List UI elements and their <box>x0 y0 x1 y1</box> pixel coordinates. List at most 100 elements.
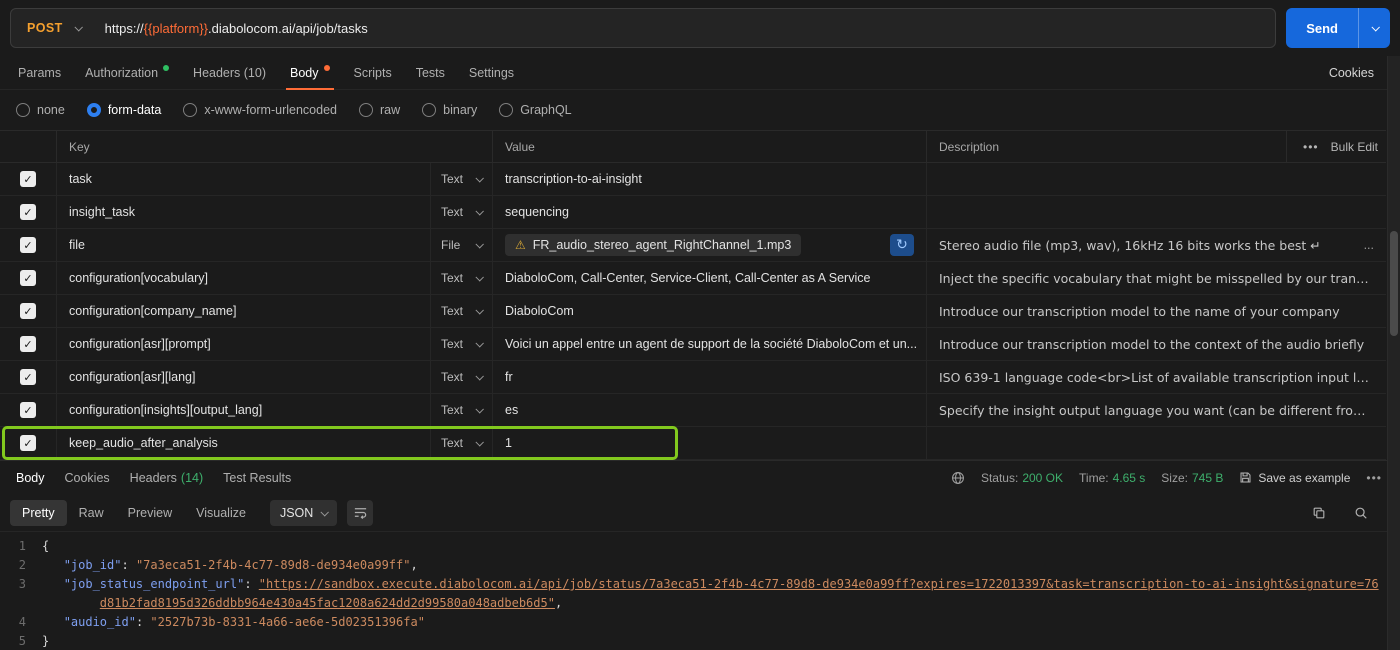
row-value[interactable]: DiaboloCom, Call-Center, Service-Client,… <box>492 262 926 294</box>
value-text: DiaboloCom, Call-Center, Service-Client,… <box>505 271 870 285</box>
response-view-pretty[interactable]: Pretty <box>10 500 67 526</box>
send-options-button[interactable] <box>1358 8 1390 48</box>
row-description[interactable]: ISO 639-1 language code<br>List of avail… <box>926 361 1386 393</box>
response-view-raw[interactable]: Raw <box>67 500 116 526</box>
body-type-label: GraphQL <box>520 103 571 117</box>
bulk-edit-button[interactable]: Bulk Edit <box>1331 140 1378 154</box>
refresh-icon[interactable]: ↻ <box>890 234 914 256</box>
row-value[interactable]: fr <box>492 361 926 393</box>
endpoint-link[interactable]: "https://sandbox.execute.diabolocom.ai/a… <box>100 577 1379 610</box>
send-button[interactable]: Send <box>1286 8 1358 48</box>
request-tab-body[interactable]: Body <box>278 56 342 89</box>
time-value: 4.65 s <box>1113 471 1146 485</box>
row-type-select[interactable]: Text <box>430 427 492 459</box>
row-description[interactable]: Introduce our transcription model to the… <box>926 295 1386 327</box>
code-token: } <box>42 634 49 648</box>
request-tab-authorization[interactable]: Authorization <box>73 56 181 89</box>
radio-icon <box>499 103 513 117</box>
row-value[interactable]: transcription-to-ai-insight <box>492 163 926 195</box>
row-checkbox-checked[interactable]: ✓ <box>20 402 36 418</box>
page-scrollbar[interactable] <box>1387 56 1400 650</box>
globe-icon[interactable] <box>951 471 965 485</box>
row-description[interactable]: Introduce our transcription model to the… <box>926 328 1386 360</box>
url-input[interactable]: https://{{platform}}.diabolocom.ai/api/j… <box>97 21 1276 36</box>
row-checkbox-checked[interactable]: ✓ <box>20 435 36 451</box>
row-key[interactable]: task <box>56 163 430 195</box>
more-options-icon[interactable]: ... <box>1356 238 1374 252</box>
response-view-preview[interactable]: Preview <box>116 500 184 526</box>
row-value[interactable]: sequencing <box>492 196 926 228</box>
row-key[interactable]: insight_task <box>56 196 430 228</box>
row-key[interactable]: file <box>56 229 430 261</box>
row-key[interactable]: configuration[insights][output_lang] <box>56 394 430 426</box>
row-type-select[interactable]: Text <box>430 163 492 195</box>
response-tab-test-results[interactable]: Test Results <box>213 461 301 494</box>
chevron-down-icon <box>475 306 483 314</box>
row-type-select[interactable]: Text <box>430 394 492 426</box>
body-type-raw[interactable]: raw <box>359 103 400 117</box>
row-type-select[interactable]: Text <box>430 361 492 393</box>
row-description[interactable]: Stereo audio file (mp3, wav), 16kHz 16 b… <box>926 229 1386 261</box>
code-line: 3 "job_status_endpoint_url": "https://sa… <box>0 575 1382 613</box>
row-value[interactable]: es <box>492 394 926 426</box>
row-value[interactable]: ⚠FR_audio_stereo_agent_RightChannel_1.mp… <box>492 229 926 261</box>
response-tab-headers[interactable]: Headers(14) <box>120 461 213 494</box>
row-type-select[interactable]: Text <box>430 328 492 360</box>
more-options-icon[interactable]: ••• <box>1303 140 1319 154</box>
body-type-none[interactable]: none <box>16 103 65 117</box>
search-icon[interactable] <box>1348 500 1374 526</box>
description-header: Description <box>939 140 999 154</box>
cookies-link[interactable]: Cookies <box>1321 66 1382 80</box>
row-key[interactable]: configuration[asr][lang] <box>56 361 430 393</box>
more-options-icon[interactable]: ••• <box>1366 471 1382 485</box>
code-token: "audio_id" <box>64 615 136 629</box>
scrollbar-thumb[interactable] <box>1390 231 1398 336</box>
row-value[interactable]: 1 <box>492 427 926 459</box>
row-checkbox-checked[interactable]: ✓ <box>20 369 36 385</box>
format-select[interactable]: JSON <box>270 500 337 526</box>
row-key[interactable]: keep_audio_after_analysis <box>56 427 430 459</box>
response-tab-cookies[interactable]: Cookies <box>55 461 120 494</box>
row-key[interactable]: configuration[company_name] <box>56 295 430 327</box>
row-key[interactable]: configuration[vocabulary] <box>56 262 430 294</box>
row-description[interactable] <box>926 427 1386 459</box>
response-view-visualize[interactable]: Visualize <box>184 500 258 526</box>
row-checkbox-checked[interactable]: ✓ <box>20 204 36 220</box>
row-checkbox-checked[interactable]: ✓ <box>20 336 36 352</box>
body-type-graphql[interactable]: GraphQL <box>499 103 571 117</box>
request-tab-settings[interactable]: Settings <box>457 56 526 89</box>
request-tab-scripts[interactable]: Scripts <box>342 56 404 89</box>
row-checkbox-checked[interactable]: ✓ <box>20 237 36 253</box>
row-type-select[interactable]: Text <box>430 295 492 327</box>
request-tab-headers-10[interactable]: Headers (10) <box>181 56 278 89</box>
method-select[interactable]: POST <box>11 9 97 47</box>
save-as-example-button[interactable]: Save as example <box>1239 471 1350 485</box>
response-tab-body[interactable]: Body <box>6 461 55 494</box>
row-value[interactable]: DiaboloCom <box>492 295 926 327</box>
row-checkbox-checked[interactable]: ✓ <box>20 171 36 187</box>
request-tab-tests[interactable]: Tests <box>404 56 457 89</box>
row-checkbox-checked[interactable]: ✓ <box>20 303 36 319</box>
description-text: Specify the insight output language you … <box>939 403 1374 418</box>
row-key[interactable]: configuration[asr][prompt] <box>56 328 430 360</box>
row-description[interactable] <box>926 163 1386 195</box>
row-checkbox-checked[interactable]: ✓ <box>20 270 36 286</box>
chevron-down-icon <box>475 207 483 215</box>
wrap-text-icon[interactable] <box>347 500 373 526</box>
response-code[interactable]: 1{2 "job_id": "7a3eca51-2f4b-4c77-89d8-d… <box>0 532 1400 650</box>
row-description[interactable]: Specify the insight output language you … <box>926 394 1386 426</box>
code-token: : <box>136 615 150 629</box>
body-type-x-www-form-urlencoded[interactable]: x-www-form-urlencoded <box>183 103 337 117</box>
body-type-binary[interactable]: binary <box>422 103 477 117</box>
row-type-select[interactable]: Text <box>430 196 492 228</box>
copy-icon[interactable] <box>1306 500 1332 526</box>
tab-count: (14) <box>181 471 203 485</box>
row-description[interactable] <box>926 196 1386 228</box>
body-type-form-data[interactable]: form-data <box>87 103 162 117</box>
request-tab-params[interactable]: Params <box>6 56 73 89</box>
row-description[interactable]: Inject the specific vocabulary that migh… <box>926 262 1386 294</box>
row-type-select[interactable]: File <box>430 229 492 261</box>
description-text: Inject the specific vocabulary that migh… <box>939 271 1374 286</box>
row-value[interactable]: Voici un appel entre un agent de support… <box>492 328 926 360</box>
row-type-select[interactable]: Text <box>430 262 492 294</box>
